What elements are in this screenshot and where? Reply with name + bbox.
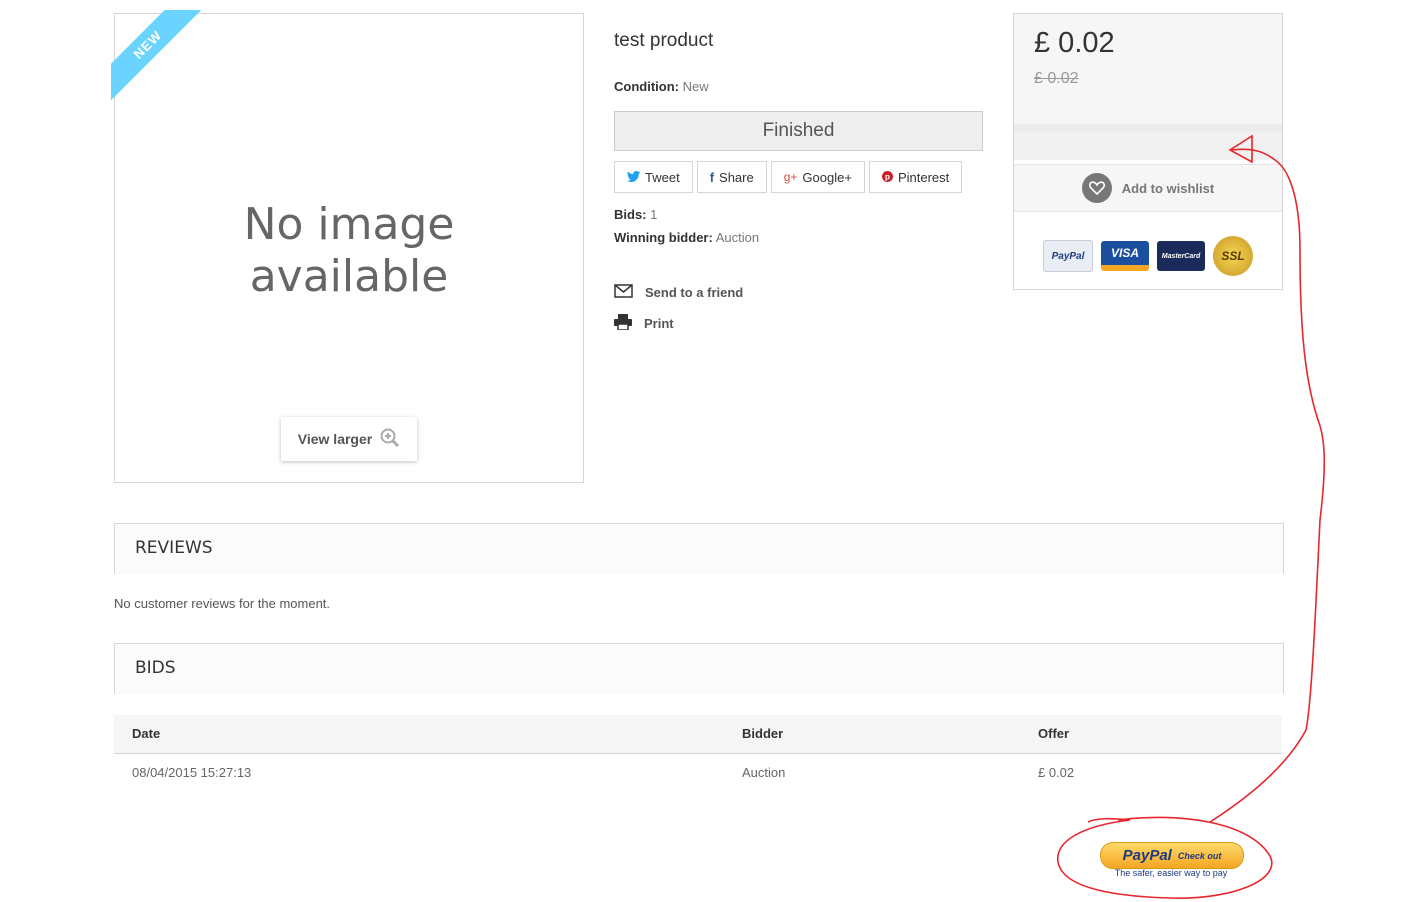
facebook-share-button[interactable]: f Share bbox=[696, 161, 767, 193]
no-image-line1: No image bbox=[243, 199, 455, 250]
mastercard-logo: MasterCard bbox=[1157, 241, 1205, 271]
print-link[interactable]: Print bbox=[614, 314, 674, 333]
bids-table: Date Bidder Offer 08/04/2015 15:27:13 Au… bbox=[114, 715, 1282, 792]
no-image-placeholder: No image available bbox=[115, 199, 583, 303]
paypal-tagline: The safer, easier way to pay bbox=[1114, 868, 1228, 878]
view-larger-button[interactable]: View larger bbox=[281, 417, 417, 461]
current-price: £ 0.02 bbox=[1034, 27, 1115, 59]
tweet-button[interactable]: Tweet bbox=[614, 161, 693, 193]
pinterest-icon: p bbox=[881, 170, 893, 185]
send-to-friend-link[interactable]: Send to a friend bbox=[614, 284, 743, 301]
google-plus-label: Google+ bbox=[802, 169, 852, 185]
winning-bidder-label: Winning bidder: bbox=[614, 230, 713, 245]
bids-section-header: BIDS bbox=[114, 643, 1284, 694]
no-reviews-message: No customer reviews for the moment. bbox=[114, 596, 331, 611]
condition-label: Condition: bbox=[614, 79, 679, 94]
reviews-section-header: REVIEWS bbox=[114, 523, 1284, 574]
condition: Condition: New bbox=[614, 79, 709, 94]
pinterest-label: Pinterest bbox=[897, 169, 950, 185]
price-box: £ 0.02 £ 0.02 Add to wishlist PayPal VIS… bbox=[1013, 13, 1283, 290]
add-to-wishlist-button[interactable]: Add to wishlist bbox=[1014, 164, 1282, 212]
facebook-icon: f bbox=[709, 169, 715, 185]
bids-title: BIDS bbox=[135, 658, 176, 678]
add-to-wishlist-label: Add to wishlist bbox=[1121, 180, 1215, 196]
bid-bidder: Auction bbox=[742, 765, 786, 780]
bids-value: 1 bbox=[650, 207, 658, 222]
tweet-label: Tweet bbox=[645, 169, 680, 185]
no-image-line2: available bbox=[249, 251, 449, 302]
zoom-icon bbox=[380, 428, 400, 451]
column-header-date: Date bbox=[132, 726, 161, 741]
column-header-offer: Offer bbox=[1038, 726, 1070, 741]
paypal-checkout-label: Check out bbox=[1177, 850, 1222, 861]
view-larger-label: View larger bbox=[297, 431, 373, 447]
old-price: £ 0.02 bbox=[1034, 70, 1079, 87]
visa-card-logo: VISA bbox=[1101, 241, 1149, 271]
printer-icon bbox=[614, 314, 632, 333]
pinterest-button[interactable]: p Pinterest bbox=[868, 161, 963, 193]
condition-value: New bbox=[682, 79, 709, 94]
ssl-badge-logo: SSL bbox=[1213, 236, 1253, 276]
bid-offer: £ 0.02 bbox=[1038, 765, 1075, 780]
product-image-box[interactable]: NEW No image available View larger bbox=[111, 10, 584, 483]
column-header-bidder: Bidder bbox=[742, 726, 784, 741]
winning-bidder: Winning bidder: Auction bbox=[614, 230, 759, 245]
share-label: Share bbox=[719, 169, 754, 185]
winning-bidder-value: Auction bbox=[715, 230, 760, 245]
reviews-title: REVIEWS bbox=[135, 538, 213, 558]
divider-band bbox=[1014, 132, 1282, 160]
bids-label: Bids: bbox=[614, 207, 647, 222]
payment-logos: PayPal VISA MasterCard SSL bbox=[1014, 226, 1282, 286]
svg-text:p: p bbox=[885, 172, 890, 181]
table-row: 08/04/2015 15:27:13 Auction £ 0.02 bbox=[114, 754, 1282, 792]
google-plus-icon: g+ bbox=[783, 170, 798, 184]
new-ribbon: NEW bbox=[111, 10, 201, 100]
heart-icon bbox=[1081, 173, 1112, 203]
new-ribbon-label: NEW bbox=[111, 10, 201, 100]
paypal-logo: PayPal bbox=[1122, 847, 1172, 864]
auction-status-bar: Finished bbox=[614, 111, 983, 151]
paypal-card-logo: PayPal bbox=[1043, 240, 1093, 272]
share-buttons: Tweet f Share g+ Google+ p Pinterest bbox=[614, 161, 963, 193]
divider-band bbox=[1014, 124, 1282, 132]
envelope-icon bbox=[614, 284, 633, 301]
print-label: Print bbox=[644, 316, 674, 331]
product-title: test product bbox=[614, 30, 714, 51]
bid-date: 08/04/2015 15:27:13 bbox=[132, 765, 252, 780]
send-to-friend-label: Send to a friend bbox=[645, 285, 744, 300]
google-plus-button[interactable]: g+ Google+ bbox=[770, 161, 865, 193]
twitter-icon bbox=[627, 170, 640, 185]
paypal-checkout-button[interactable]: PayPal Check out bbox=[1100, 842, 1244, 869]
table-header: Date Bidder Offer bbox=[114, 715, 1282, 754]
bids-count: Bids: 1 bbox=[614, 207, 657, 222]
